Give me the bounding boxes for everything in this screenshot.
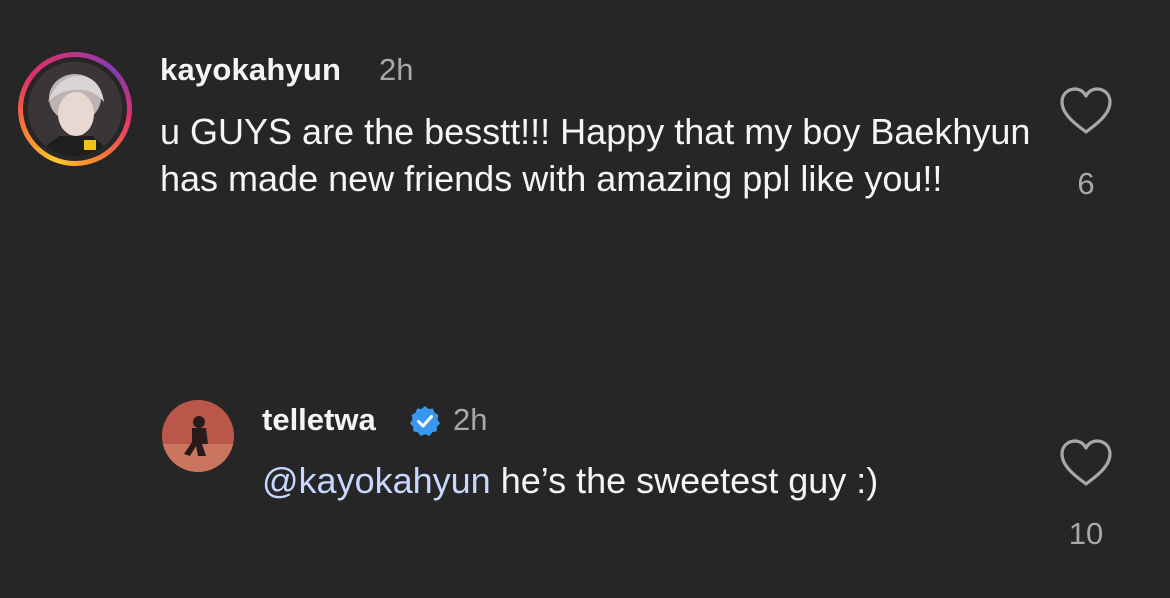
verified-badge-icon	[410, 406, 440, 436]
like-count[interactable]: 10	[1050, 516, 1122, 552]
comments-screen: kayokahyun 2h u GUYS are the besstt!!! H…	[0, 0, 1170, 598]
avatar	[28, 62, 122, 156]
reply-timestamp: 2h	[453, 402, 488, 437]
avatar-story-ring[interactable]	[18, 52, 132, 166]
avatar[interactable]	[162, 400, 234, 472]
comment-timestamp: 2h	[379, 52, 414, 87]
like-count[interactable]: 6	[1058, 166, 1114, 202]
mention-link[interactable]: @kayokahyun	[262, 460, 491, 501]
reply-body: he’s the sweetest guy :)	[490, 460, 879, 501]
avatar-photo-icon	[28, 62, 122, 156]
comment-text: u GUYS are the besstt!!! Happy that my b…	[160, 111, 1031, 199]
comment-username[interactable]: kayokahyun	[160, 52, 341, 88]
reply-username[interactable]: telletwa	[262, 402, 376, 438]
reply-text: @kayokahyun he’s the sweetest guy :)	[262, 457, 878, 504]
heart-outline-icon[interactable]	[1058, 86, 1114, 136]
avatar-photo-icon	[162, 400, 234, 472]
heart-outline-icon[interactable]	[1058, 438, 1114, 488]
